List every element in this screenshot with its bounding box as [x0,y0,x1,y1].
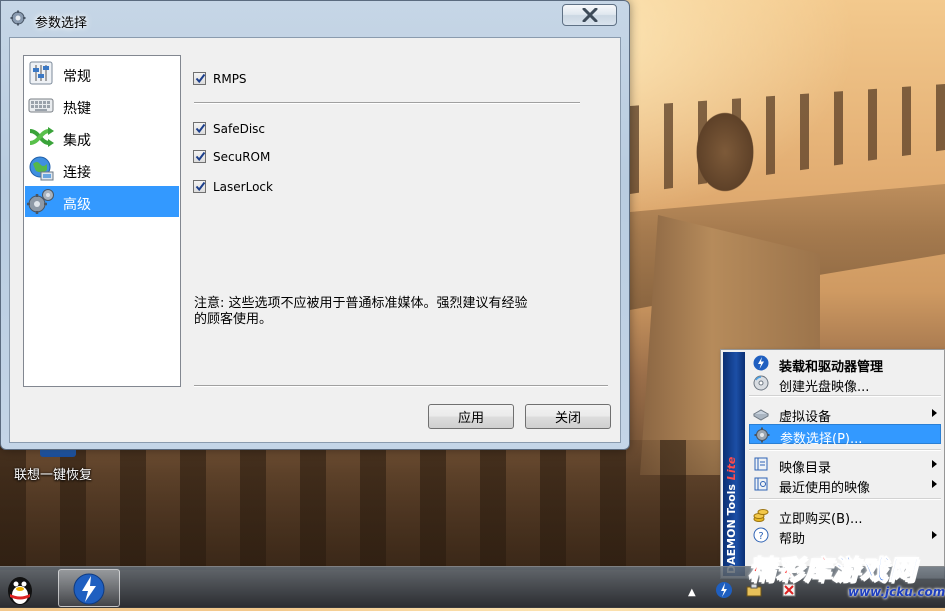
daemon-bolt-icon [753,355,769,371]
nav-label: 热键 [63,101,91,117]
qq-penguin-icon[interactable] [2,571,38,607]
submenu-arrow-icon [932,409,937,417]
category-list: 常规 热键 集成 连接 高级 [23,55,181,387]
nav-label: 集成 [63,133,91,149]
sliders-icon [27,59,55,87]
title-bar[interactable]: 参数选择 [1,1,629,31]
laserlock-checkbox[interactable] [193,180,206,193]
nav-label: 高级 [63,197,91,213]
menu-item-virtual-devices[interactable]: 虚拟设备 [749,403,941,425]
coins-icon [753,507,769,523]
dialog-client-area: 常规 热键 集成 连接 高级 RMPS SafeDisc SecuROM Las… [9,37,621,443]
gear-icon [10,10,26,26]
virtual-drive-icon [752,405,770,421]
nav-item-hotkeys[interactable]: 热键 [25,90,179,121]
rmps-checkbox[interactable] [193,72,206,85]
menu-item-help[interactable]: ? 帮助 [749,525,941,547]
menu-item-label: 帮助 [779,532,806,547]
help-icon: ? [753,527,769,543]
daemon-tools-context-menu: DAEMON Tools Lite 装载和驱动器管理 创建光盘映像... 虚拟设… [720,349,945,579]
dialog-title: 参数选择 [35,16,88,31]
watermark-logo: 精彩库游戏网 [748,548,916,587]
nav-item-connection[interactable]: 连接 [25,154,179,185]
menu-item-label: 虚拟设备 [779,410,832,425]
menu-item-label: 参数选择(P)... [780,432,863,447]
submenu-arrow-icon [932,460,937,468]
taskbar-daemon-tools-button[interactable] [58,569,120,607]
menu-separator [749,498,941,500]
separator [194,385,608,387]
close-window-button[interactable] [562,4,617,26]
watermark-part1: 精彩库 [748,555,832,587]
site-watermark: 精彩库游戏网 www.jcku.com [748,548,945,607]
wallpaper-railing [630,84,945,194]
menu-item-mount-manager[interactable]: 装载和驱动器管理 [749,353,941,375]
menu-item-image-catalog[interactable]: 映像目录 [749,454,941,476]
warning-note-line: 注意: 这些选项不应被用于普通标准媒体。强烈建议有经验 [194,296,528,311]
globe-network-icon [27,155,55,183]
checkmark-icon [195,151,206,162]
separator [194,102,580,104]
securom-checkbox[interactable] [193,150,206,163]
warning-note: 注意: 这些选项不应被用于普通标准媒体。强烈建议有经验 的顾客使用。 [194,296,594,328]
shuffle-arrows-icon [27,123,55,151]
submenu-arrow-icon [932,531,937,539]
brand-name: DAEMON Tools [725,484,738,574]
checkmark-icon [195,123,206,134]
laserlock-label: LaserLock [213,180,273,194]
nav-label: 常规 [63,69,91,85]
nav-item-integration[interactable]: 集成 [25,122,179,153]
desktop-shortcut-label: 联想一键恢复 [14,468,93,483]
nav-item-advanced[interactable]: 高级 [25,186,179,217]
wallpaper-stone-lion [680,92,770,212]
watermark-url: www.jcku.com [848,585,945,599]
daemon-tray-icon[interactable] [715,581,733,599]
close-button[interactable]: 关闭 [525,404,611,429]
apply-button[interactable]: 应用 [428,404,514,429]
safedisc-checkbox[interactable] [193,122,206,135]
daemon-bolt-icon [73,573,105,605]
gear-icon [754,427,770,443]
securom-label: SecuROM [213,150,271,164]
menu-item-create-image[interactable]: 创建光盘映像... [749,373,941,395]
catalog-icon [753,456,769,472]
safedisc-label: SafeDisc [213,122,266,136]
close-icon [582,8,598,22]
preferences-dialog: 参数选择 常规 热键 集成 连接 高级 RMPS SafeDisc SecuRO… [0,0,630,450]
menu-item-recent-images[interactable]: 最近使用的映像 [749,474,941,496]
nav-item-general[interactable]: 常规 [25,58,179,89]
rmps-label: RMPS [213,72,247,86]
menu-brand-text: DAEMON Tools Lite [725,457,738,574]
disc-create-icon [753,375,769,391]
show-hidden-icons-icon[interactable]: ▲ [688,587,696,598]
checkmark-icon [195,73,206,84]
watermark-part2: 游戏网 [832,555,916,587]
menu-brand-strip: DAEMON Tools Lite [723,352,745,576]
warning-note-line: 的顾客使用。 [194,312,273,327]
menu-item-label: 最近使用的映像 [779,481,871,496]
recent-images-icon [753,476,769,492]
menu-item-buy-now[interactable]: 立即购买(B)... [749,505,941,527]
submenu-arrow-icon [932,480,937,488]
keyboard-icon [27,91,55,119]
menu-separator [749,449,941,451]
nav-label: 连接 [63,165,91,181]
checkmark-icon [195,181,206,192]
gears-icon [27,187,55,215]
menu-item-label: 创建光盘映像... [779,380,870,395]
menu-item-preferences[interactable]: 参数选择(P)... [749,424,941,447]
svg-text:?: ? [758,531,763,542]
menu-separator [749,395,941,397]
brand-lite: Lite [725,456,738,481]
